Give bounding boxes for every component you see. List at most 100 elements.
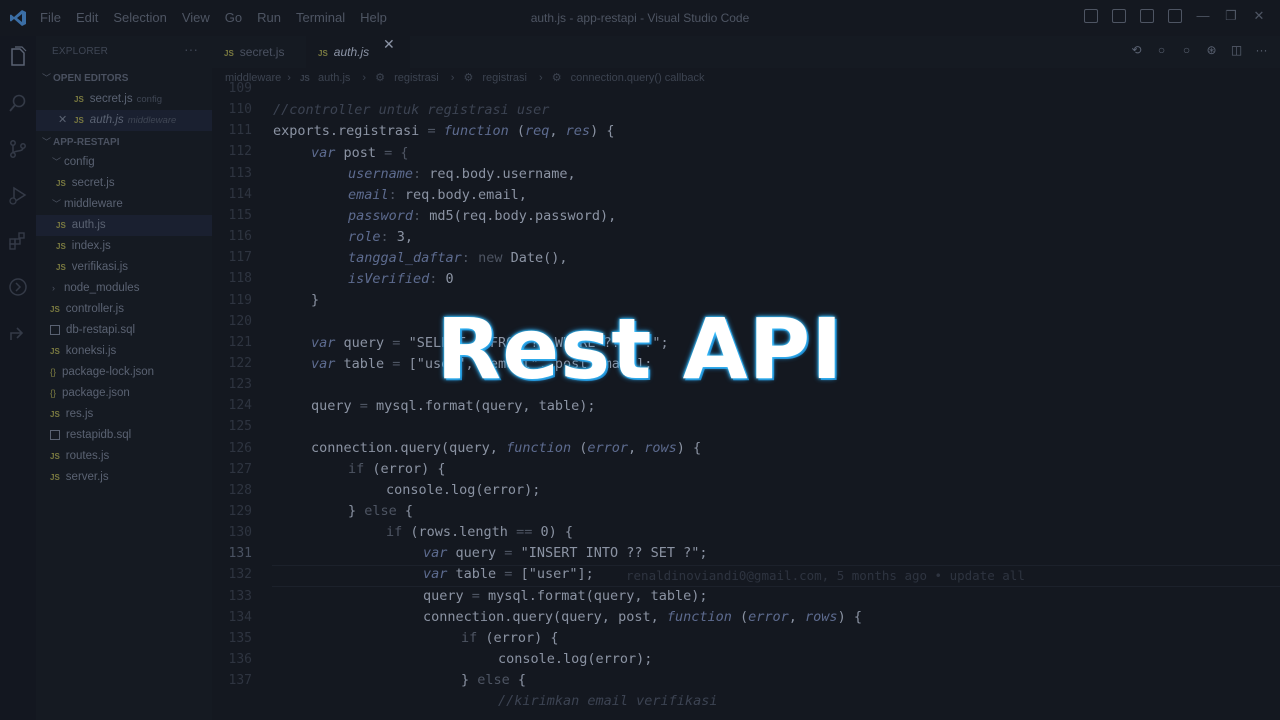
code-line: connection.query(query, function (error,… [311, 440, 702, 456]
chevron-right-icon: › [287, 72, 291, 84]
tree-item-file[interactable]: JS auth.js [36, 215, 212, 236]
line-number: 124 [228, 398, 252, 414]
overlay-title: Rest API [436, 300, 844, 398]
open-changes-icon[interactable]: ⟲ [1130, 44, 1143, 57]
code-line: username: req.body.username, [348, 166, 576, 182]
code-line: if (rows.length == 0) { [386, 524, 573, 540]
tree-item-config[interactable]: ﹀ config [36, 152, 212, 173]
line-number: 129 [228, 504, 252, 519]
source-control-icon[interactable] [7, 138, 29, 160]
code-line: } else { [461, 672, 527, 688]
toggle-sidebar-icon[interactable] [1084, 9, 1098, 23]
code-line: //controller untuk registrasi user [273, 102, 550, 118]
code-line: if (error) { [348, 461, 446, 477]
split-editor-icon[interactable]: ◫ [1230, 44, 1243, 57]
code-line: console.log(error); [498, 651, 653, 667]
more-actions-icon[interactable]: ··· [184, 41, 198, 57]
line-number: 111 [228, 123, 252, 139]
close-editor-icon[interactable]: ✕ [58, 110, 67, 131]
line-number: 110 [228, 102, 252, 118]
breadcrumb-item[interactable]: ⚙ registrasi [463, 72, 533, 84]
open-editors-section[interactable]: ﹀ OPEN EDITORS [36, 68, 212, 89]
line-number: 134 [228, 609, 252, 625]
line-number: 118 [228, 271, 252, 287]
line-number: 137 [228, 673, 252, 689]
tree-item-file[interactable]: JS secret.js [36, 173, 212, 194]
open-editor-item[interactable]: ✕ JS auth.js middleware [36, 110, 212, 131]
line-number: 114 [228, 186, 252, 202]
code-line: password: md5(req.body.password), [348, 208, 617, 224]
tree-item-file[interactable]: JS verifikasi.js [36, 257, 212, 278]
tree-item-file[interactable]: JS index.js [36, 236, 212, 257]
project-section[interactable]: ﹀ APP-RESTAPI [36, 132, 212, 153]
chevron-right-icon: › [362, 72, 367, 84]
code-line: //kirimkan email verifikasi [498, 693, 718, 709]
close-icon[interactable]: ✕ [1252, 9, 1266, 23]
toggle-secondary-sidebar-icon[interactable] [1140, 9, 1154, 23]
symbol-icon: ⚙ [375, 72, 389, 84]
more-actions-icon[interactable]: ··· [1255, 44, 1268, 57]
run-debug-icon[interactable] [7, 184, 29, 206]
toggle-panel-icon[interactable] [1112, 9, 1126, 23]
remote-icon[interactable] [7, 276, 29, 298]
chevron-down-icon: ﹀ [42, 137, 52, 147]
breadcrumb-item[interactable]: JS auth.js [300, 72, 356, 84]
chevron-down-icon: ﹀ [42, 73, 52, 83]
line-number: 131 [228, 546, 252, 562]
code-line: } else { [348, 503, 414, 519]
previous-change-icon[interactable]: ○ [1155, 44, 1168, 57]
breadcrumb-item[interactable]: ⚙ connection.query() callback [552, 72, 711, 84]
line-number: 133 [228, 588, 252, 604]
window-controls: — ❐ ✕ [1084, 9, 1266, 23]
line-number: 112 [228, 144, 252, 160]
open-editor-item[interactable]: JS secret.js config [36, 89, 212, 110]
line-number: 130 [228, 525, 252, 541]
line-number: 125 [228, 419, 252, 435]
tree-item-file[interactable]: JS res.js [36, 404, 212, 425]
code-line: isVerified: 0 [348, 271, 454, 287]
symbol-icon: ⚙ [463, 72, 477, 84]
tree-item-node-modules[interactable]: › node_modules [36, 278, 212, 299]
js-file-icon: JS [224, 49, 234, 58]
js-file-icon: JS [50, 452, 60, 461]
minimize-icon[interactable]: — [1196, 9, 1210, 23]
code-line: email: req.body.email, [348, 187, 527, 203]
tree-item-file[interactable]: JS server.js [36, 467, 212, 488]
code-line: query = mysql.format(query, table); [311, 398, 596, 414]
chevron-right-icon: › [450, 72, 455, 84]
git-blame-annotation: renaldinoviandi0@gmail.com, 5 months ago… [626, 568, 1025, 583]
code-line: tanggal_daftar: new Date(), [348, 250, 568, 266]
maximize-icon[interactable]: ❐ [1224, 9, 1238, 23]
code-line: connection.query(query, post, function (… [423, 609, 862, 625]
extensions-icon[interactable] [7, 230, 29, 252]
code-line: query = mysql.format(query, table); [423, 588, 708, 604]
js-file-icon: JS [74, 116, 84, 125]
js-file-icon: JS [56, 263, 66, 272]
breadcrumb: middleware › JS auth.js › ⚙ registrasi › ⚙ … [225, 71, 717, 84]
explorer-icon[interactable] [7, 46, 29, 68]
js-file-icon: JS [56, 242, 66, 251]
line-number: 126 [228, 440, 252, 456]
close-tab-icon[interactable]: ✕ [383, 36, 395, 53]
code-line: exports.registrasi = function (req, res)… [273, 123, 615, 139]
customize-layout-icon[interactable] [1168, 9, 1182, 23]
line-number: 132 [228, 567, 252, 583]
tree-item-file[interactable]: restapidb.sql [36, 425, 212, 446]
tree-item-file[interactable]: JS routes.js [36, 446, 212, 467]
line-number: 115 [228, 207, 252, 223]
js-file-icon: JS [56, 179, 66, 188]
code-line: var query = "INSERT INTO ?? SET ?"; [423, 545, 708, 561]
code-line: console.log(error); [386, 482, 541, 498]
editor-actions: ⟲ ○ ○ ⊛ ◫ ··· [1130, 44, 1268, 57]
symbol-icon: ⚙ [551, 72, 565, 84]
line-number: 135 [228, 630, 252, 646]
line-number: 136 [228, 652, 252, 668]
next-change-icon[interactable]: ○ [1180, 44, 1193, 57]
js-file-icon: JS [74, 95, 84, 104]
breadcrumb-item[interactable]: ⚙ registrasi [375, 72, 445, 84]
search-icon[interactable] [7, 92, 29, 114]
tab-secret-js[interactable]: JS secret.js [212, 36, 310, 68]
git-compare-icon[interactable]: ⊛ [1205, 44, 1218, 57]
line-number: 109 [228, 81, 252, 96]
tree-item-middleware[interactable]: ﹀ middleware [36, 194, 212, 215]
